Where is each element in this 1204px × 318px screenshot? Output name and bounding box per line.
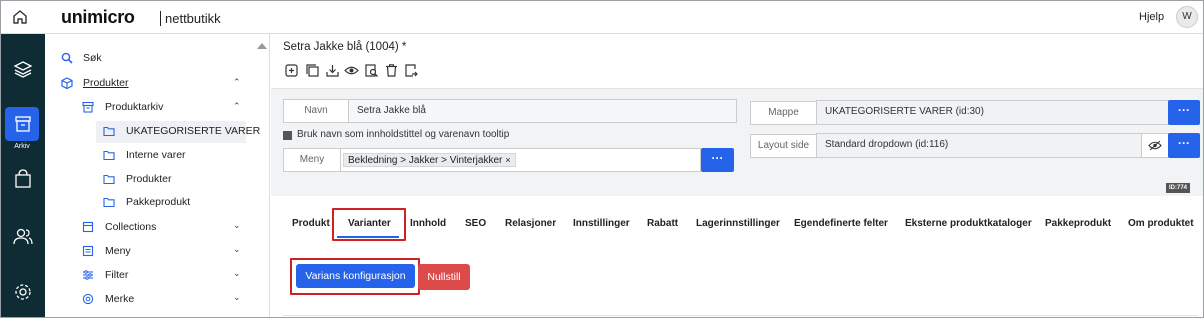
- name-label: Navn: [283, 99, 349, 123]
- sidebar-item-product-archive[interactable]: Produktarkiv: [105, 101, 163, 113]
- chevron-down-icon[interactable]: ⌄: [233, 292, 241, 303]
- download-icon[interactable]: [325, 63, 340, 78]
- tab-eksterne-produktkataloger[interactable]: Eksterne produktkataloger: [905, 218, 1032, 229]
- app-window: unimicro nettbutikk Hjelp W Arkiv Søk Pr…: [0, 0, 1204, 318]
- section-divider: [283, 315, 1198, 316]
- preview-eye-icon[interactable]: [344, 63, 359, 78]
- menu-chip: Bekledning > Jakker > Vinterjakker ×: [343, 153, 516, 167]
- sidebar-item-filter[interactable]: Filter: [105, 269, 128, 281]
- brand-icon: [82, 293, 94, 305]
- folder-item-internal[interactable]: Interne varer: [126, 149, 186, 161]
- chip-remove-icon[interactable]: ×: [505, 155, 510, 165]
- menu-chip-text: Bekledning > Jakker > Vinterjakker: [348, 155, 503, 166]
- home-icon[interactable]: [11, 8, 29, 26]
- page-title: Setra Jakke blå (1004) *: [283, 41, 407, 53]
- menu-icon: [82, 245, 94, 257]
- highlight-box-tab: [332, 208, 406, 241]
- brand-logo: unimicro: [61, 7, 135, 27]
- collections-icon: [82, 221, 94, 233]
- filter-sliders-icon: [82, 269, 94, 281]
- folder-icon: [103, 196, 115, 208]
- layout-preview-button[interactable]: [1141, 133, 1169, 158]
- top-bar: unimicro nettbutikk Hjelp W: [1, 1, 1203, 34]
- menu-more-button[interactable]: ···: [701, 148, 734, 172]
- tab-innhold[interactable]: Innhold: [410, 218, 446, 229]
- scroll-up-icon[interactable]: [257, 43, 267, 49]
- copy-icon[interactable]: [305, 63, 320, 78]
- chevron-up-icon[interactable]: ⌃: [233, 77, 241, 88]
- name-input[interactable]: Setra Jakke blå: [348, 99, 737, 123]
- archive-icon[interactable]: [1, 107, 45, 141]
- avatar[interactable]: W: [1176, 6, 1198, 28]
- search-doc-icon[interactable]: [364, 63, 379, 78]
- archive-small-icon: [82, 101, 94, 113]
- chevron-up-icon[interactable]: ⌃: [233, 101, 241, 112]
- folder-item-products[interactable]: Produkter: [126, 173, 172, 185]
- chevron-down-icon[interactable]: ⌄: [233, 220, 241, 231]
- tab-rabatt[interactable]: Rabatt: [647, 218, 678, 229]
- settings-gear-icon[interactable]: [1, 275, 45, 309]
- archive-label: Arkiv: [14, 143, 30, 150]
- tab-pakkeprodukt[interactable]: Pakkeprodukt: [1045, 218, 1111, 229]
- layers-icon[interactable]: [1, 52, 45, 86]
- folder-label: Mappe: [750, 101, 817, 125]
- sidebar-item-search[interactable]: Søk: [83, 52, 102, 64]
- users-icon[interactable]: [1, 220, 45, 254]
- sidebar-item-collections[interactable]: Collections: [105, 221, 156, 233]
- id-badge: ID:774: [1166, 183, 1190, 193]
- folder-icon: [103, 173, 115, 185]
- tab-egendefinerte-felter[interactable]: Egendefinerte felter: [794, 218, 888, 229]
- tab-relasjoner[interactable]: Relasjoner: [505, 218, 556, 229]
- folder-more-button[interactable]: ···: [1168, 100, 1200, 125]
- folder-icon: [103, 149, 115, 161]
- folder-item-package[interactable]: Pakkeprodukt: [126, 196, 190, 208]
- shopping-bag-icon[interactable]: [1, 162, 45, 196]
- folder-input[interactable]: UKATEGORISERTE VARER (id:30): [816, 100, 1169, 125]
- search-icon: [61, 52, 73, 64]
- export-icon[interactable]: [404, 63, 419, 78]
- folder-item-uncategorized[interactable]: UKATEGORISERTE VARER: [126, 125, 260, 137]
- folder-icon: [103, 125, 115, 137]
- tab-innstillinger[interactable]: Innstillinger: [573, 218, 630, 229]
- help-link[interactable]: Hjelp: [1139, 11, 1164, 23]
- brand-divider: [160, 11, 161, 26]
- tab-produkt[interactable]: Produkt: [292, 218, 330, 229]
- layout-more-button[interactable]: ···: [1168, 133, 1200, 158]
- chevron-down-icon[interactable]: ⌄: [233, 244, 241, 255]
- sidebar-item-products[interactable]: Produkter: [83, 77, 129, 89]
- layout-label: Layout side: [750, 134, 817, 158]
- sidebar-item-brand[interactable]: Merke: [105, 293, 134, 305]
- brand-subtitle: nettbutikk: [165, 11, 221, 26]
- menu-label: Meny: [283, 148, 341, 172]
- tab-om-produktet[interactable]: Om produktet: [1128, 218, 1194, 229]
- trash-icon[interactable]: [384, 63, 399, 78]
- reset-button[interactable]: Nullstill: [418, 264, 470, 290]
- box-icon: [61, 77, 73, 89]
- layout-select[interactable]: Standard dropdown (id:116): [816, 133, 1142, 158]
- chevron-down-icon[interactable]: ⌄: [233, 268, 241, 279]
- new-icon[interactable]: [284, 63, 299, 78]
- use-name-checkbox-label: Bruk navn som innholdstittel og varenavn…: [297, 129, 510, 140]
- tab-seo[interactable]: SEO: [465, 218, 486, 229]
- icon-rail: Arkiv: [1, 34, 45, 317]
- use-name-checkbox[interactable]: [283, 131, 292, 140]
- tab-lagerinnstillinger[interactable]: Lagerinnstillinger: [696, 218, 780, 229]
- variant-configuration-button[interactable]: Varians konfigurasjon: [296, 264, 415, 288]
- sidebar-item-menu[interactable]: Meny: [105, 245, 131, 257]
